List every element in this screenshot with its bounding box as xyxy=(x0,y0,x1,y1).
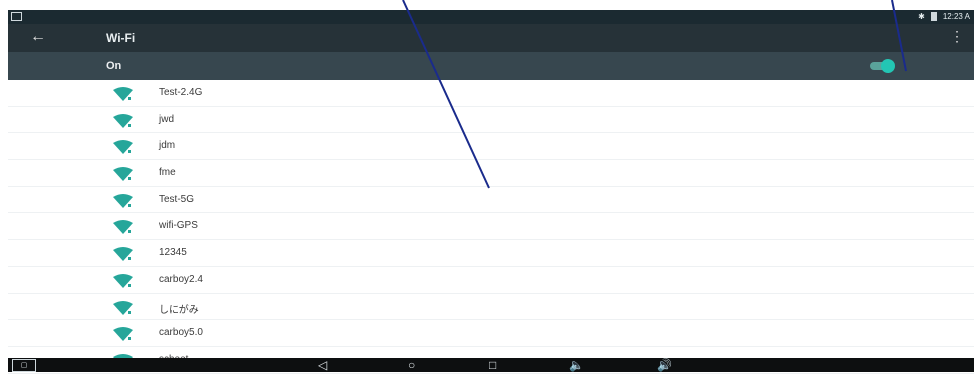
network-name: carboy2.4 xyxy=(159,273,203,285)
network-row[interactable]: Test-5G xyxy=(8,187,974,214)
wifi-signal-icon xyxy=(113,87,133,101)
network-name: wifi-GPS xyxy=(159,220,198,232)
toggle-knob xyxy=(881,59,895,73)
network-row[interactable]: jdm xyxy=(8,133,974,161)
navigation-bar: ▢ ◁ ○ □ 🔈 🔊 xyxy=(8,358,974,372)
wifi-signal-icon xyxy=(113,273,133,288)
back-arrow-icon[interactable]: ← xyxy=(30,28,46,46)
wifi-signal-icon xyxy=(113,327,133,342)
volume-up-icon[interactable]: 🔊 xyxy=(657,358,672,372)
wifi-signal-icon xyxy=(113,140,133,155)
battery-icon xyxy=(930,12,937,21)
network-row[interactable]: しにがみ xyxy=(8,294,974,321)
page-title: Wi-Fi xyxy=(106,31,136,45)
network-row[interactable]: carboy5.0 xyxy=(8,320,974,347)
wifi-signal-icon xyxy=(113,247,133,262)
network-row[interactable]: Test-2.4G xyxy=(8,80,974,107)
network-name: しにがみ xyxy=(159,304,199,316)
volume-down-icon[interactable]: 🔈 xyxy=(569,358,584,372)
wifi-signal-icon xyxy=(113,193,133,208)
network-list: Test-2.4G jwd jdm fme Test-5G wifi-GPS 12345 ca… xyxy=(8,80,974,374)
wifi-toggle-switch[interactable] xyxy=(870,59,895,73)
wifi-switch-label: On xyxy=(106,60,122,72)
network-row[interactable]: 12345 xyxy=(8,240,974,267)
nav-back-icon[interactable]: ◁ xyxy=(318,358,327,372)
network-row[interactable]: fme xyxy=(8,160,974,187)
nav-home-icon[interactable]: ○ xyxy=(408,358,415,372)
network-row[interactable]: carboy2.4 xyxy=(8,267,974,294)
network-name: fme xyxy=(159,167,176,179)
bluetooth-icon: ✱ xyxy=(918,12,925,21)
network-row[interactable]: jwd xyxy=(8,107,974,134)
screenshot-icon[interactable]: ▢ xyxy=(12,359,36,372)
status-time: 12:23 A xyxy=(942,12,970,21)
wifi-signal-icon xyxy=(113,113,133,128)
wifi-switch-bar[interactable]: On xyxy=(8,52,974,80)
network-name: carboy5.0 xyxy=(159,327,203,339)
network-name: jdm xyxy=(159,140,176,152)
network-name: Test-5G xyxy=(159,193,195,205)
network-name: jwd xyxy=(159,113,175,125)
top-gap xyxy=(0,0,974,10)
network-name: Test-2.4G xyxy=(159,87,203,98)
status-bar: ✱ 12:23 A xyxy=(8,10,974,24)
wifi-signal-icon xyxy=(113,167,133,182)
network-name: 12345 xyxy=(159,247,187,259)
network-row[interactable]: wifi-GPS xyxy=(8,213,974,241)
nav-recents-icon[interactable]: □ xyxy=(489,358,496,372)
overflow-menu-icon[interactable]: ⋮ xyxy=(950,28,964,45)
app-bar: ← Wi-Fi ⋮ xyxy=(8,24,974,52)
notification-icon xyxy=(11,12,22,21)
wifi-signal-icon xyxy=(113,220,133,235)
wifi-signal-icon xyxy=(113,300,133,315)
